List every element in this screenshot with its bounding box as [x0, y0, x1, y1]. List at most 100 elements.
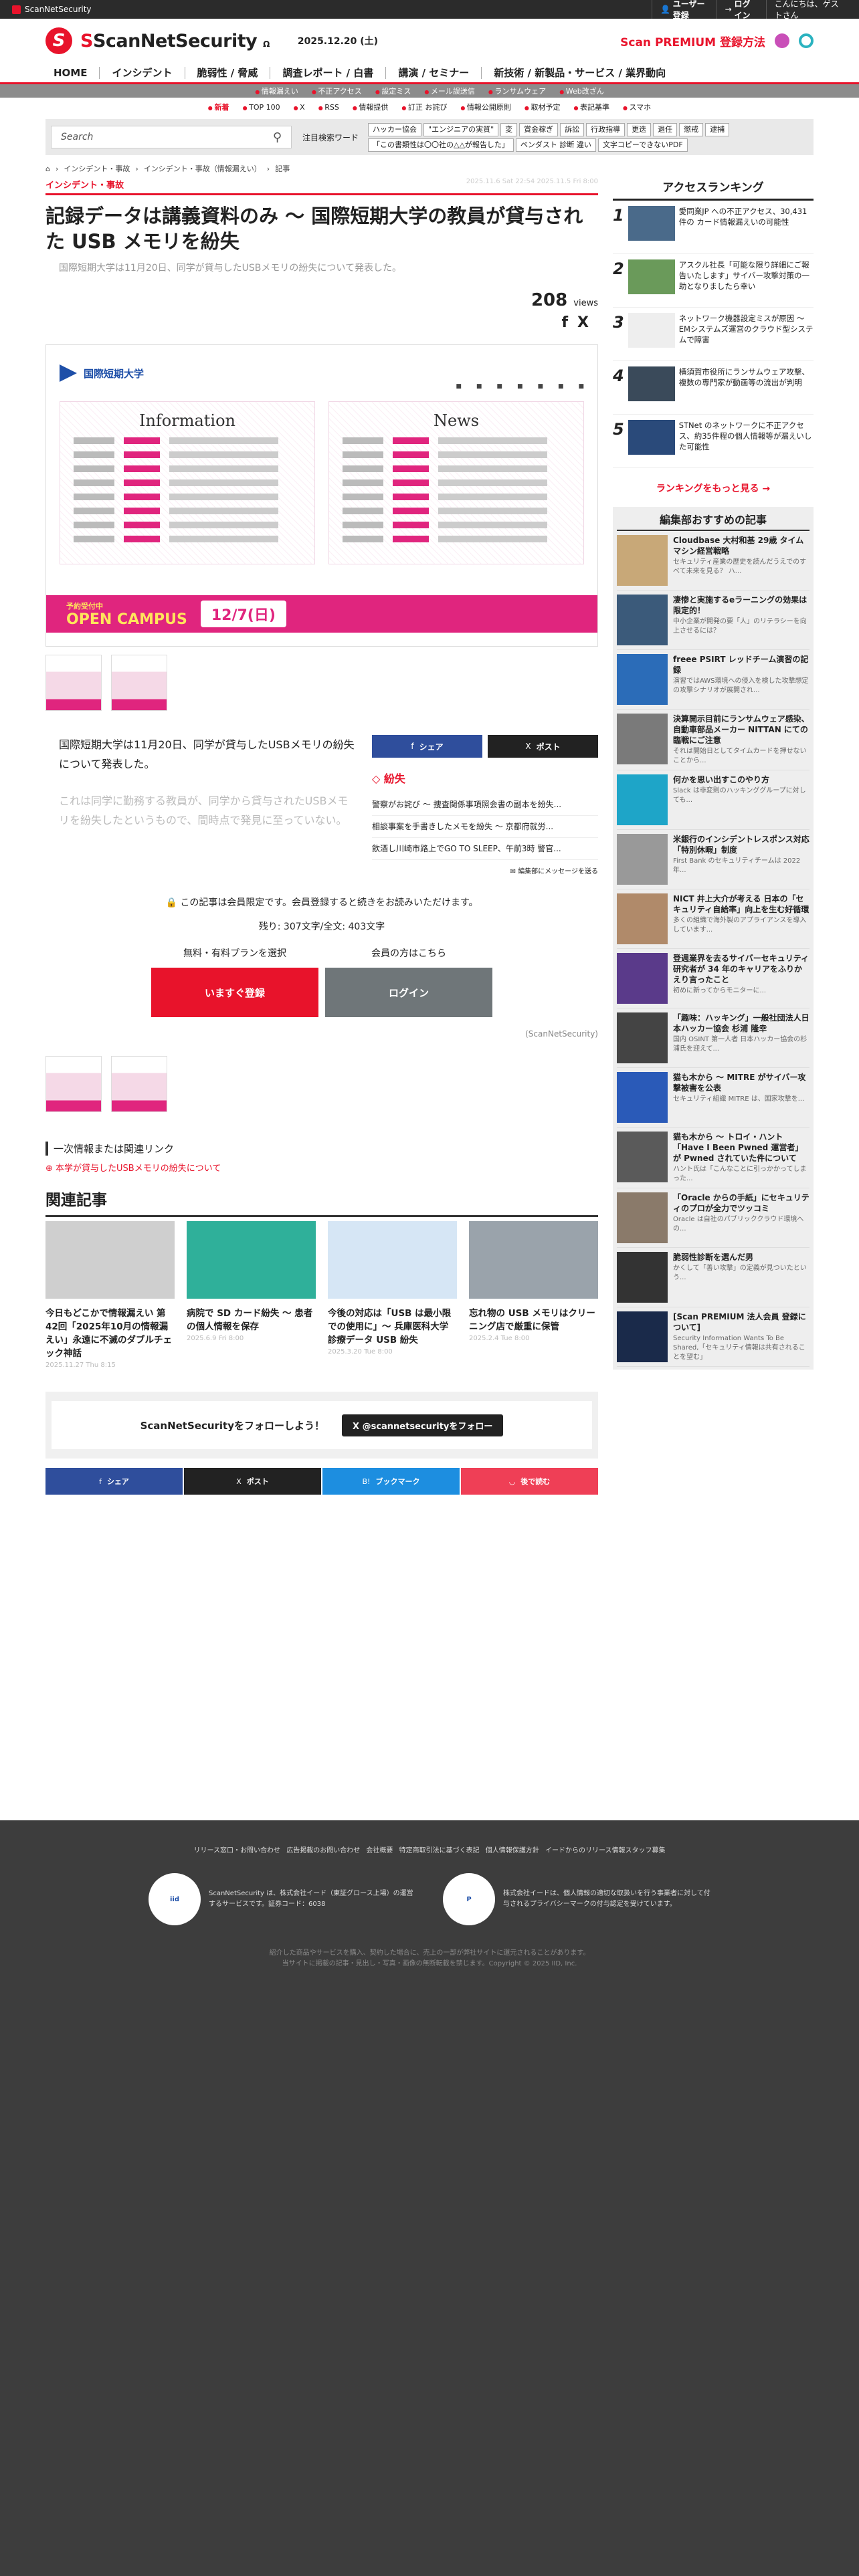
- keyword-tag[interactable]: 行政指導: [586, 122, 626, 136]
- recommended-item[interactable]: NICT 井上大介が考える 日本の「セキュリティ自給率」向上を生む好循環 多くの組…: [617, 889, 809, 949]
- thumbnail[interactable]: [111, 655, 167, 711]
- tag-link[interactable]: 情報公開原則: [460, 102, 511, 112]
- nav-item[interactable]: 講演 / セミナー: [386, 66, 482, 79]
- recommended-title[interactable]: 決算開示目前にランサムウェア感染、自動車部品メーカー NITTAN にての臨戦に…: [673, 714, 809, 746]
- related-card-title[interactable]: 忘れ物の USB メモリはクリーニング店で厳重に保管: [469, 1307, 598, 1333]
- tag-link[interactable]: 新着: [208, 102, 229, 112]
- search-input[interactable]: Search ⚲: [51, 126, 292, 148]
- login-button[interactable]: ログイン: [325, 968, 492, 1017]
- tag-link[interactable]: TOP 100: [243, 103, 280, 112]
- recommended-item[interactable]: 「Oracle からの手紙」にセキュリティのプロが全力でツッコミ Oracle は…: [617, 1188, 809, 1248]
- tag-link[interactable]: Web改ざん: [559, 86, 604, 96]
- tag-link[interactable]: 情報漏えい: [255, 86, 298, 96]
- ranking-item[interactable]: 1 愛同業JP への不正アクセス、30,431 件の カード情報漏えいの可能性: [613, 201, 814, 254]
- recommended-title[interactable]: 米銀行のインシデントレスポンス対応「特別休暇」制度: [673, 834, 809, 855]
- ranking-title[interactable]: アスクル社長「可能な限り詳細にご報告いたします」サイバー攻撃対策の一助となりまし…: [679, 259, 814, 302]
- recommended-item[interactable]: 「趣味：ハッキング」一般社団法人日本ハッカー協会 杉浦 隆幸 国内 OSINT 第…: [617, 1008, 809, 1068]
- hatena-share-button[interactable]: B! ブックマーク: [322, 1468, 460, 1495]
- tag-link[interactable]: 情報提供: [353, 102, 388, 112]
- premium-link[interactable]: Scan PREMIUM 登録方法: [620, 33, 814, 49]
- recommended-title[interactable]: 「Oracle からの手紙」にセキュリティのプロが全力でツッコミ: [673, 1192, 809, 1214]
- tag-link[interactable]: メール誤送信: [424, 86, 475, 96]
- facebook-icon[interactable]: f: [561, 314, 577, 331]
- recommended-title[interactable]: 猫も木から 〜 MITRE がサイバー攻撃被害を公表: [673, 1072, 809, 1093]
- recommended-title[interactable]: 「趣味：ハッキング」一般社団法人日本ハッカー協会 杉浦 隆幸: [673, 1012, 809, 1034]
- feedly-icon[interactable]: [799, 33, 814, 48]
- facebook-share-button[interactable]: f シェア: [372, 735, 482, 758]
- related-link[interactable]: 相談事案を手書きしたメモを紛失 〜 京都府就労...: [372, 816, 598, 838]
- recommended-item[interactable]: 決算開示目前にランサムウェア感染、自動車部品メーカー NITTAN にての臨戦に…: [617, 710, 809, 770]
- keyword-tag[interactable]: "エンジニアの実質": [423, 122, 499, 136]
- related-card[interactable]: 病院で SD カード紛失 〜 患者の個人情報を保存 2025.6.9 Fri 8:…: [187, 1221, 316, 1369]
- ranking-item[interactable]: 3 ネットワーク機器設定ミスが原因 〜 EMシステムズ運営のクラウド型システムで障…: [613, 308, 814, 361]
- recommended-title[interactable]: 脆弱性診断を選んだ男: [673, 1252, 809, 1263]
- ranking-item[interactable]: 4 横須賀市役所にランサムウェア攻撃、複数の専門家が動画等の流出が判明: [613, 361, 814, 415]
- primary-source-link[interactable]: ⊕ 本学が貸与したUSBメモリの紛失について: [45, 1161, 598, 1174]
- tag-link[interactable]: 訂正 お詫び: [401, 102, 448, 112]
- related-card-title[interactable]: 今日もどこかで情報漏えい 第42回「2025年10月の情報漏えい」永遠に不滅のダ…: [45, 1307, 175, 1360]
- tag-link[interactable]: 不正アクセス: [312, 86, 361, 96]
- register-button[interactable]: いますぐ登録: [151, 968, 318, 1017]
- tag-link[interactable]: 表記基準: [573, 102, 609, 112]
- footer-links[interactable]: リリース窓口・お問い合わせ 広告掲載のお問い合わせ 会社概要 特定商取引法に基づ…: [0, 1844, 859, 1854]
- tag-link[interactable]: RSS: [318, 103, 339, 112]
- recommended-item[interactable]: Cloudbase 大村和基 29歳 タイムマシン経営戦略 セキュリティ産業の歴史…: [617, 531, 809, 591]
- ranking-item[interactable]: 5 STNet のネットワークに不正アクセス、約35件程の個人情報等が漏えいした可…: [613, 415, 814, 468]
- ranking-title[interactable]: 愛同業JP への不正アクセス、30,431 件の カード情報漏えいの可能性: [679, 206, 814, 248]
- recommended-item[interactable]: 猫も木から 〜 トロイ・ハント「Have I Been Pwned 運営者」が …: [617, 1128, 809, 1188]
- nav-item[interactable]: HOME: [45, 66, 100, 79]
- instagram-icon[interactable]: [775, 33, 789, 48]
- x-icon[interactable]: X: [577, 314, 598, 331]
- tag-link[interactable]: X: [294, 103, 305, 112]
- facebook-share-button[interactable]: f シェア: [45, 1468, 183, 1495]
- keyword-tag[interactable]: 訴訟: [560, 122, 585, 136]
- recommended-item[interactable]: freee PSIRT レッドチーム演習の記録 演習ではAWS環境への侵入を検した…: [617, 650, 809, 710]
- keyword-tag[interactable]: 文字コピーできないPDF: [597, 138, 688, 152]
- recommended-title[interactable]: [Scan PREMIUM 法人会員 登録について]: [673, 1311, 809, 1333]
- register-link[interactable]: 👤 ユーザー登録: [652, 0, 717, 20]
- recommended-item[interactable]: 脆弱性診断を選んだ男 かくして「善い攻撃」の定義が見ついたという...: [617, 1248, 809, 1307]
- tag-link[interactable]: スマホ: [623, 102, 652, 112]
- related-link[interactable]: 飲酒し川崎市路上でGO TO SLEEP、午前3時 警官...: [372, 838, 598, 860]
- thumbnail[interactable]: [45, 655, 102, 711]
- home-icon[interactable]: ⌂: [45, 165, 50, 173]
- recommended-title[interactable]: freee PSIRT レッドチーム演習の記録: [673, 654, 809, 675]
- ranking-title[interactable]: 横須賀市役所にランサムウェア攻撃、複数の専門家が動画等の流出が判明: [679, 366, 814, 409]
- recommended-title[interactable]: NICT 井上大介が考える 日本の「セキュリティ自給率」向上を生む好循環: [673, 893, 809, 915]
- keyword-tag[interactable]: 懲戒: [679, 122, 704, 136]
- nav-item[interactable]: 調査レポート / 白書: [270, 66, 387, 79]
- related-card-title[interactable]: 今後の対応は「USB は最小限での使用に」〜 兵庫医科大学 診療データ USB …: [328, 1307, 457, 1347]
- related-card[interactable]: 今日もどこかで情報漏えい 第42回「2025年10月の情報漏えい」永遠に不滅のダ…: [45, 1221, 175, 1369]
- login-link[interactable]: → ログイン: [716, 0, 766, 20]
- keyword-tag[interactable]: 退任: [653, 122, 678, 136]
- recommended-title[interactable]: 何かを思い出すこのやり方: [673, 774, 809, 785]
- keyword-tag[interactable]: 変: [500, 122, 518, 136]
- search-icon[interactable]: ⚲: [273, 130, 282, 144]
- recommended-item[interactable]: 凄惨と実施するeラーニングの効果は限定的！ 中小企業が開発の要「人」のリテラシーを…: [617, 591, 809, 650]
- ranking-title[interactable]: STNet のネットワークに不正アクセス、約35件程の個人情報等が漏えいした可能…: [679, 420, 814, 462]
- nav-item[interactable]: 新技術 / 新製品・サービス / 業界動向: [482, 67, 678, 79]
- related-card[interactable]: 今後の対応は「USB は最小限での使用に」〜 兵庫医科大学 診療データ USB …: [328, 1221, 457, 1369]
- recommended-item[interactable]: [Scan PREMIUM 法人会員 登録について] Security Infor…: [617, 1307, 809, 1367]
- related-card-title[interactable]: 病院で SD カード紛失 〜 患者の個人情報を保存: [187, 1307, 316, 1333]
- x-share-button[interactable]: X ポスト: [488, 735, 598, 758]
- recommended-item[interactable]: 何かを思い出すこのやり方 Slack は非変則のハッキンググループに対しても...: [617, 770, 809, 830]
- related-card[interactable]: 忘れ物の USB メモリはクリーニング店で厳重に保管 2025.2.4 Tue 8…: [469, 1221, 598, 1369]
- keyword-tag[interactable]: 逮捕: [705, 122, 730, 136]
- ranking-more-link[interactable]: ランキングをもっと見る →: [613, 481, 814, 495]
- thumbnail[interactable]: [45, 1056, 102, 1112]
- related-tag-heading[interactable]: ◇ 紛失: [372, 770, 598, 786]
- tag-link[interactable]: 設定ミス: [375, 86, 411, 96]
- recommended-title[interactable]: 凄惨と実施するeラーニングの効果は限定的！: [673, 595, 809, 616]
- tag-link[interactable]: 取材予定: [524, 102, 560, 112]
- keyword-tag[interactable]: 更迭: [627, 122, 652, 136]
- nav-item[interactable]: インシデント: [100, 66, 185, 79]
- recommended-title[interactable]: 登週業界を去るサイバーセキュリティ研究者が 34 年のキャリアをふりかえり言った…: [673, 953, 809, 985]
- keyword-tag[interactable]: 「この書類性は〇〇社の△△が報告した」: [368, 138, 514, 152]
- keyword-tag[interactable]: ハッカー協会: [368, 122, 422, 136]
- logo[interactable]: S SScanNetSecurity Ω 2025.12.20 (土): [45, 27, 378, 54]
- site-name[interactable]: ScanNetSecurity: [12, 5, 92, 14]
- recommended-item[interactable]: 米銀行のインシデントレスポンス対応「特別休暇」制度 First Bank のセキュ…: [617, 830, 809, 889]
- follow-x-button[interactable]: X @scannetsecurityをフォロー: [342, 1414, 504, 1436]
- hero-image[interactable]: 国際短期大学 ■ ■ ■ ■ ■ ■ ■ Information News 予約受付中 OPE…: [45, 344, 598, 647]
